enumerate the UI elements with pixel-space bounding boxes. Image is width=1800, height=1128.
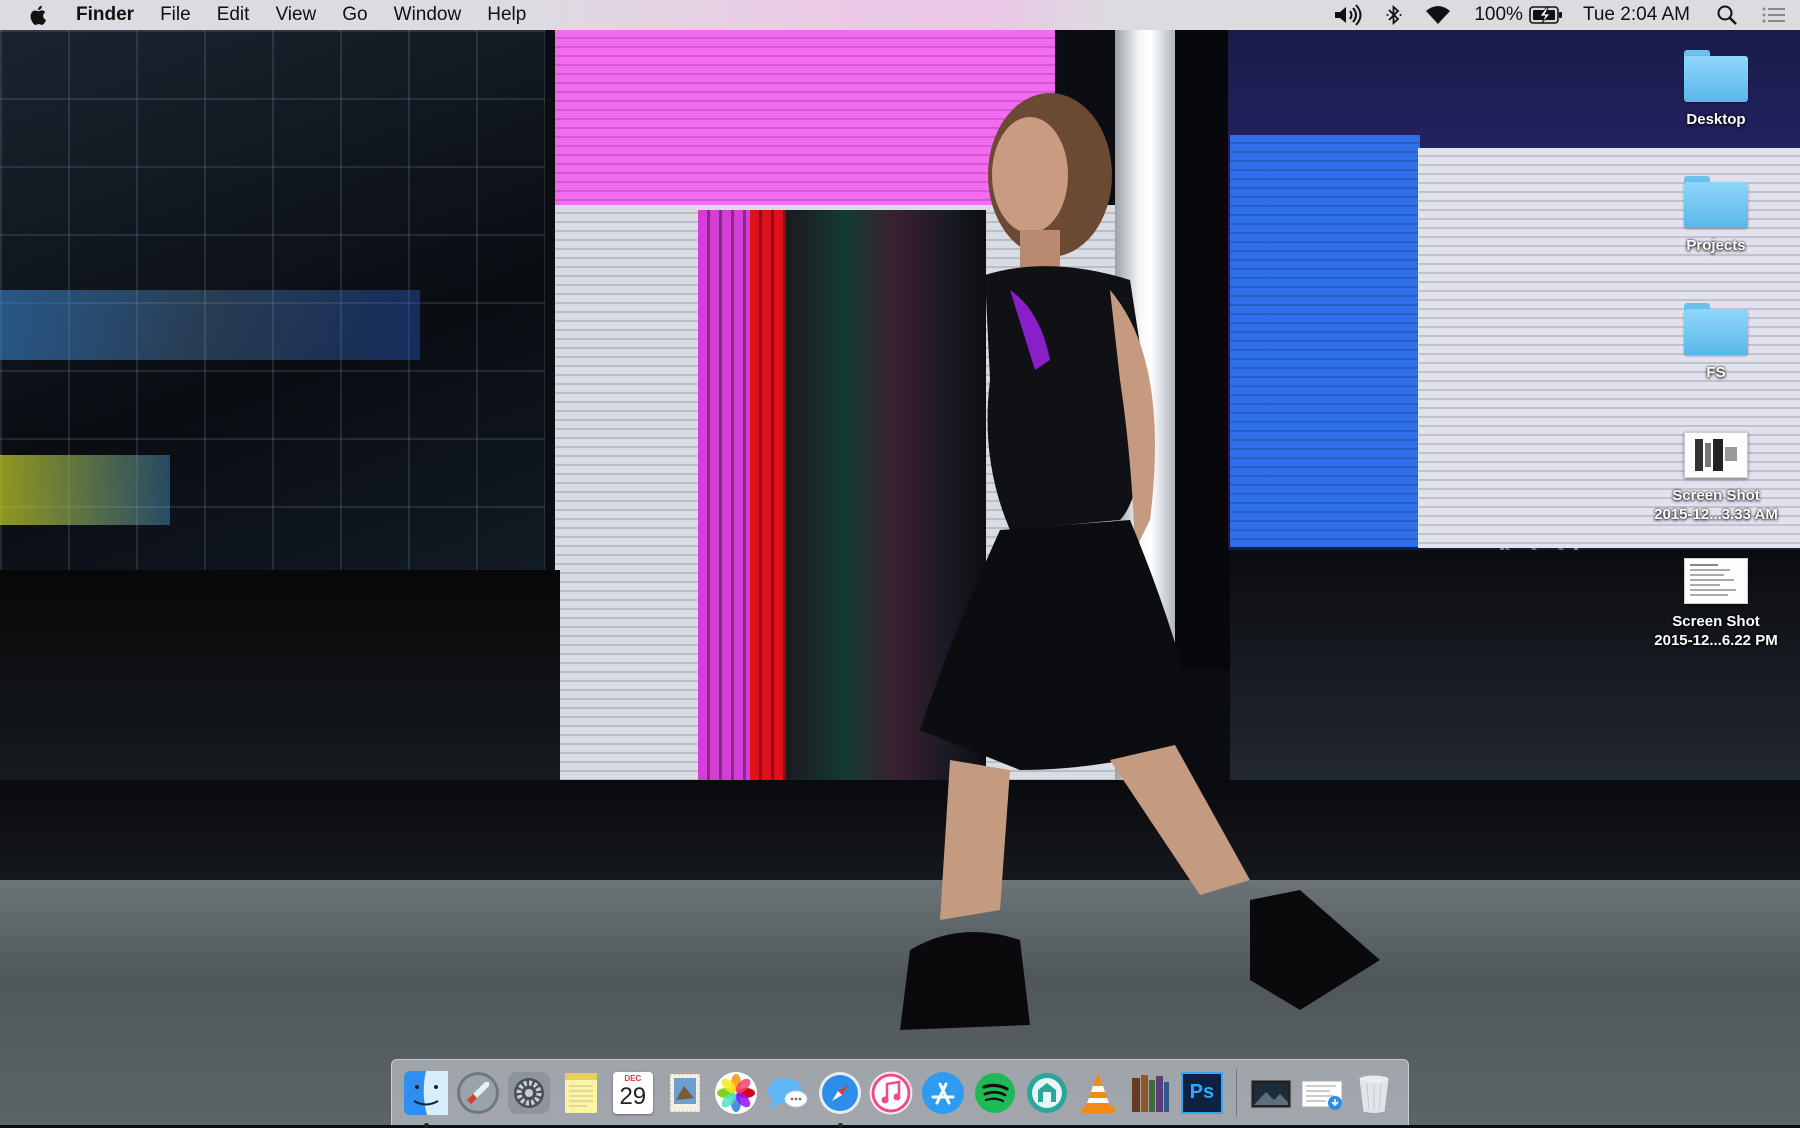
battery-percent: 100%	[1474, 4, 1523, 25]
photoshop-icon-text: Ps	[1189, 1081, 1215, 1103]
battery-charging-icon	[1529, 6, 1562, 24]
dock-app-ibooks[interactable]	[1124, 1067, 1176, 1119]
menu-bar: Finder File Edit View Go Window Help 100…	[0, 0, 1800, 30]
folder-icon	[1684, 176, 1748, 228]
wifi-status[interactable]	[1424, 4, 1452, 26]
spotlight-status[interactable]	[1716, 4, 1738, 26]
menu-app-finder[interactable]: Finder	[76, 4, 134, 26]
photos-icon	[715, 1071, 758, 1114]
menu-help[interactable]: Help	[487, 4, 526, 26]
dock-app-stuffit[interactable]	[1021, 1067, 1073, 1119]
folder-icon	[1684, 303, 1748, 355]
vlc-cone-icon	[1081, 1072, 1116, 1113]
dock-separator	[1235, 1068, 1237, 1117]
mail-stamp-icon	[669, 1073, 701, 1112]
stuffit-icon	[1026, 1072, 1067, 1113]
menu-window[interactable]: Window	[394, 4, 462, 26]
launchpad-rocket-icon	[456, 1071, 499, 1114]
app-store-icon	[922, 1071, 965, 1114]
calendar-day: 29	[619, 1082, 647, 1110]
itunes-note-icon	[869, 1071, 913, 1114]
system-preferences-gear-icon	[508, 1071, 551, 1114]
bluetooth-status[interactable]	[1386, 4, 1402, 26]
dock-app-calendar[interactable]: DEC 29	[607, 1067, 659, 1119]
bluetooth-icon	[1386, 4, 1402, 26]
desktop-item-label-line2: 2015-12...3.33 AM	[1654, 506, 1778, 523]
calendar-month: DEC	[624, 1073, 642, 1083]
spotify-icon	[974, 1072, 1015, 1113]
dock-stack-downloads[interactable]	[1296, 1067, 1348, 1119]
photo-stack-icon	[1250, 1079, 1292, 1108]
safari-compass-icon	[818, 1071, 861, 1114]
dock-app-mail[interactable]	[659, 1067, 711, 1119]
dock-app-vlc[interactable]	[1073, 1067, 1125, 1119]
calendar-icon: DEC 29	[612, 1071, 653, 1114]
clock[interactable]: Tue 2:04 AM	[1583, 4, 1690, 26]
desktop-item-label: Projects	[1686, 237, 1746, 254]
messages-bubble-icon	[768, 1077, 808, 1110]
desktop-wallpaper	[0, 0, 1800, 1125]
dock-app-system-preferences[interactable]	[503, 1067, 555, 1119]
menu-file[interactable]: File	[160, 4, 191, 26]
desktop-item-fs-folder[interactable]: FS	[1631, 303, 1800, 382]
desktop-item-screenshot-1[interactable]: Screen Shot 2015-12...3.33 AM	[1631, 432, 1800, 524]
dock-app-photos[interactable]	[710, 1067, 762, 1119]
trash-icon	[1358, 1074, 1390, 1114]
desktop-item-label-line1: Screen Shot	[1672, 613, 1760, 630]
downloads-stack-icon	[1301, 1080, 1343, 1110]
battery-status[interactable]: 100%	[1474, 4, 1563, 26]
speaker-icon	[1335, 4, 1362, 26]
folder-icon	[1684, 50, 1748, 102]
desktop-item-label-line1: Screen Shot	[1672, 487, 1760, 504]
dock-app-itunes[interactable]	[866, 1067, 918, 1119]
wallpaper-model-figure	[900, 93, 1380, 1030]
wifi-icon	[1426, 6, 1451, 24]
dock-app-safari[interactable]	[814, 1067, 866, 1128]
screenshot-thumbnail-icon	[1684, 558, 1748, 604]
dock-app-spotify[interactable]	[969, 1067, 1021, 1119]
menu-edit[interactable]: Edit	[217, 4, 250, 26]
dock-app-app-store[interactable]	[917, 1067, 969, 1119]
running-indicator	[423, 1122, 429, 1128]
dock-app-notes[interactable]	[555, 1067, 607, 1119]
screenshot-thumbnail-icon	[1684, 432, 1748, 478]
desktop-item-label: Desktop	[1686, 111, 1746, 128]
menu-view[interactable]: View	[275, 4, 316, 26]
photoshop-icon: Ps	[1180, 1071, 1223, 1114]
desktop-item-label: FS	[1706, 364, 1726, 381]
notification-center-status[interactable]	[1762, 5, 1786, 25]
finder-icon	[403, 1070, 448, 1115]
list-icon	[1762, 7, 1785, 23]
dock-app-photoshop[interactable]: Ps	[1176, 1067, 1228, 1119]
magnifier-icon	[1717, 5, 1737, 25]
desktop-item-projects-folder[interactable]: Projects	[1631, 176, 1800, 255]
dock-app-finder[interactable]	[400, 1067, 452, 1128]
dock-app-trash[interactable]	[1348, 1067, 1400, 1119]
dock-stack-photos[interactable]	[1245, 1067, 1297, 1119]
desktop-item-desktop-folder[interactable]: Desktop	[1631, 50, 1800, 129]
dock-app-messages[interactable]	[762, 1067, 814, 1119]
running-indicator	[837, 1122, 843, 1128]
notes-icon	[565, 1072, 598, 1113]
ibooks-books-icon	[1132, 1074, 1170, 1112]
desktop-item-label-line2: 2015-12...6.22 PM	[1654, 632, 1778, 649]
dock-app-launchpad[interactable]	[452, 1067, 504, 1119]
dock: DEC 29 Ps	[391, 1059, 1409, 1128]
volume-status[interactable]	[1332, 4, 1364, 26]
desktop-item-screenshot-2[interactable]: Screen Shot 2015-12...6.22 PM	[1631, 558, 1800, 650]
menu-go[interactable]: Go	[342, 4, 367, 26]
apple-logo-icon[interactable]	[28, 4, 50, 26]
